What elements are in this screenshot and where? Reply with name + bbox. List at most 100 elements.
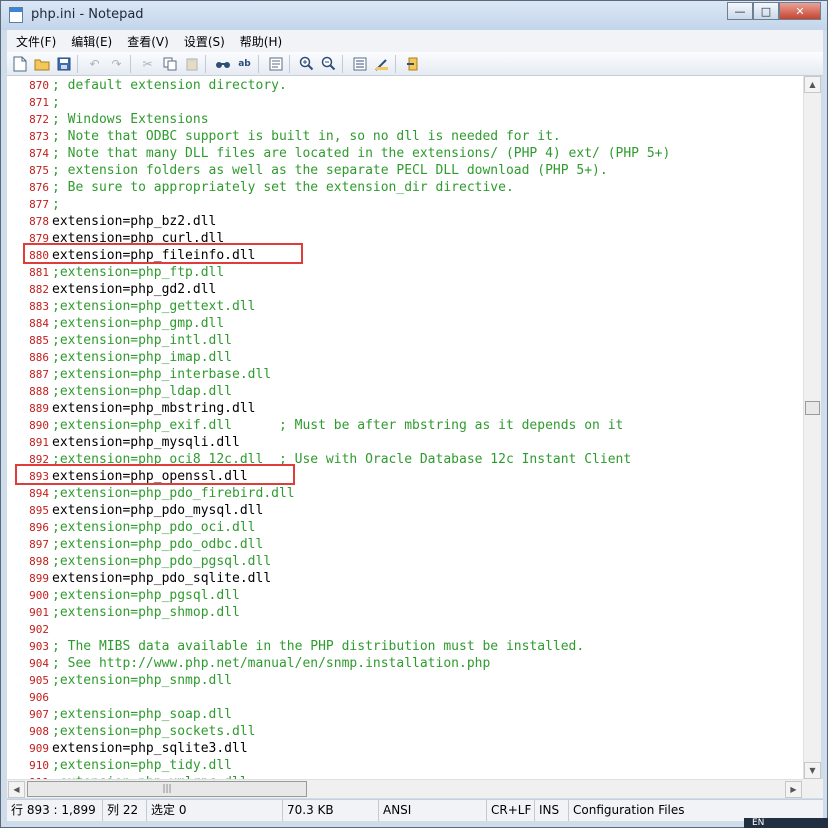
editor-line[interactable]: 904; See http://www.php.net/manual/en/sn… <box>7 655 803 672</box>
vertical-scroll-thumb[interactable] <box>805 401 820 415</box>
editor-line[interactable]: 906 <box>7 689 803 706</box>
editor-line[interactable]: 891 extension=php_mysqli.dll <box>7 434 803 451</box>
new-file-icon[interactable] <box>10 54 29 73</box>
settings-icon[interactable] <box>372 54 391 73</box>
cut-icon[interactable]: ✂ <box>138 54 157 73</box>
editor-line[interactable]: 885 ;extension=php_intl.dll <box>7 332 803 349</box>
zoom-in-icon[interactable] <box>297 54 316 73</box>
line-text: ; Note that many DLL files are located i… <box>52 146 671 161</box>
find-icon[interactable] <box>213 54 232 73</box>
line-number: 894 <box>29 487 49 500</box>
scroll-down-icon[interactable]: ▼ <box>804 762 821 779</box>
editor-line[interactable]: 886 ;extension=php_imap.dll <box>7 349 803 366</box>
line-text: ; extension folders as well as the separ… <box>52 163 608 178</box>
maximize-button[interactable]: □ <box>753 2 779 20</box>
editor-line[interactable]: 879 extension=php_curl.dll <box>7 230 803 247</box>
line-text: ;extension=php_sockets.dll <box>52 724 256 739</box>
editor-line[interactable]: 901 ;extension=php_shmop.dll <box>7 604 803 621</box>
text-editor[interactable]: 870; default extension directory. 871; 872… <box>7 76 803 779</box>
menu-settings[interactable]: 设置(S) <box>178 33 231 50</box>
editor-line[interactable]: 883 ;extension=php_gettext.dll <box>7 298 803 315</box>
editor-line[interactable]: 905 ;extension=php_snmp.dll <box>7 672 803 689</box>
close-button[interactable]: ✕ <box>779 2 821 20</box>
editor-line[interactable]: 899 extension=php_pdo_sqlite.dll <box>7 570 803 587</box>
editor-line[interactable]: 897 ;extension=php_pdo_odbc.dll <box>7 536 803 553</box>
redo-icon[interactable]: ↷ <box>107 54 126 73</box>
editor-line[interactable]: 881 ;extension=php_ftp.dll <box>7 264 803 281</box>
line-number: 907 <box>29 708 49 721</box>
line-text: ;extension=php_gettext.dll <box>52 299 256 314</box>
line-number: 906 <box>29 691 49 704</box>
editor-line[interactable]: 890 ;extension=php_exif.dll ; Must be aft… <box>7 417 803 434</box>
menu-help[interactable]: 帮助(H) <box>234 33 288 50</box>
line-number: 878 <box>29 215 49 228</box>
vertical-scrollbar[interactable]: ▲ ▼ <box>803 76 821 779</box>
language-indicator[interactable]: EN <box>752 818 764 828</box>
line-text: ;extension=php_imap.dll <box>52 350 233 365</box>
editor-line[interactable]: 870; default extension directory. <box>7 77 803 94</box>
undo-icon[interactable]: ↶ <box>85 54 104 73</box>
scroll-left-icon[interactable]: ◀ <box>8 781 25 798</box>
editor-line[interactable]: 910 ;extension=php_tidy.dll <box>7 757 803 774</box>
line-text: extension=php_mysqli.dll <box>52 435 240 450</box>
menu-view[interactable]: 查看(V) <box>121 33 175 50</box>
copy-icon[interactable] <box>160 54 179 73</box>
editor-line[interactable]: 900 ;extension=php_pgsql.dll <box>7 587 803 604</box>
editor-line[interactable]: 876; Be sure to appropriately set the ex… <box>7 179 803 196</box>
editor-line[interactable]: 896 ;extension=php_pdo_oci.dll <box>7 519 803 536</box>
status-eol: CR+LF <box>487 800 535 821</box>
editor-line[interactable]: 882 extension=php_gd2.dll <box>7 281 803 298</box>
editor-line[interactable]: 884 ;extension=php_gmp.dll <box>7 315 803 332</box>
word-wrap-icon[interactable] <box>350 54 369 73</box>
line-number: 895 <box>29 504 49 517</box>
scroll-right-icon[interactable]: ▶ <box>785 781 802 798</box>
line-number: 904 <box>29 657 49 670</box>
editor-line[interactable]: 909 extension=php_sqlite3.dll <box>7 740 803 757</box>
editor-line[interactable]: 871; <box>7 94 803 111</box>
editor-line[interactable]: 903; The MIBS data available in the PHP … <box>7 638 803 655</box>
exit-icon[interactable] <box>403 54 422 73</box>
editor-line[interactable]: 895 extension=php_pdo_mysql.dll <box>7 502 803 519</box>
menu-file[interactable]: 文件(F) <box>10 33 62 50</box>
line-number: 880 <box>29 249 49 262</box>
editor-line[interactable]: 875; extension folders as well as the se… <box>7 162 803 179</box>
horizontal-scrollbar[interactable]: ◀ ||| ▶ <box>7 779 803 798</box>
zoom-out-icon[interactable] <box>319 54 338 73</box>
replace-icon[interactable]: ab <box>235 54 254 73</box>
line-text: extension=php_gd2.dll <box>52 282 217 297</box>
title-bar[interactable]: php.ini - Notepad — □ ✕ <box>1 1 827 30</box>
minimize-button[interactable]: — <box>727 2 753 20</box>
line-text: ;extension=php_pdo_oci.dll <box>52 520 256 535</box>
editor-line[interactable]: 894 ;extension=php_pdo_firebird.dll <box>7 485 803 502</box>
editor-line[interactable]: 877; <box>7 196 803 213</box>
save-icon[interactable] <box>54 54 73 73</box>
editor-line[interactable]: 893 extension=php_openssl.dll <box>7 468 803 485</box>
menu-edit[interactable]: 编辑(E) <box>65 33 118 50</box>
horizontal-scroll-thumb[interactable]: ||| <box>27 781 307 797</box>
editor-line[interactable]: 902 <box>7 621 803 638</box>
editor-line[interactable]: 892 ;extension=php_oci8_12c.dll ; Use wit… <box>7 451 803 468</box>
editor-line[interactable]: 898 ;extension=php_pdo_pgsql.dll <box>7 553 803 570</box>
editor-line[interactable]: 874; Note that many DLL files are locate… <box>7 145 803 162</box>
line-number: 875 <box>29 164 49 177</box>
notepad-app-icon[interactable] <box>9 7 23 23</box>
toolbar-separator <box>258 54 259 73</box>
font-icon[interactable] <box>266 54 285 73</box>
line-text: ;extension=php_ldap.dll <box>52 384 233 399</box>
editor-line[interactable]: 872; Windows Extensions <box>7 111 803 128</box>
editor-line[interactable]: 887 ;extension=php_interbase.dll <box>7 366 803 383</box>
editor-line[interactable]: 907 ;extension=php_soap.dll <box>7 706 803 723</box>
editor-line[interactable]: 880 extension=php_fileinfo.dll <box>7 247 803 264</box>
editor-line[interactable]: 888 ;extension=php_ldap.dll <box>7 383 803 400</box>
editor-line[interactable]: 878 extension=php_bz2.dll <box>7 213 803 230</box>
toolbar-separator <box>130 54 131 73</box>
scroll-up-icon[interactable]: ▲ <box>804 76 821 93</box>
editor-line[interactable]: 889 extension=php_mbstring.dll <box>7 400 803 417</box>
line-text: ;extension=php_pdo_pgsql.dll <box>52 554 272 569</box>
line-number: 883 <box>29 300 49 313</box>
editor-line[interactable]: 908 ;extension=php_sockets.dll <box>7 723 803 740</box>
paste-icon[interactable] <box>182 54 201 73</box>
status-encoding: ANSI <box>379 800 487 821</box>
editor-line[interactable]: 873; Note that ODBC support is built in,… <box>7 128 803 145</box>
open-folder-icon[interactable] <box>32 54 51 73</box>
